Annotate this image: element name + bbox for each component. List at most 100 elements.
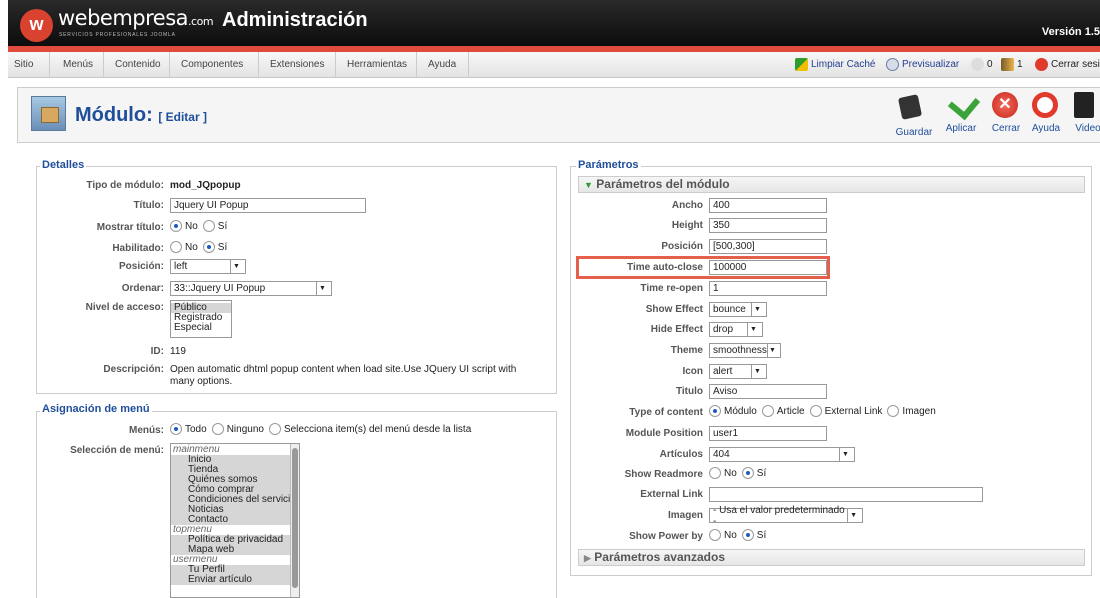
option-label: Sí [756, 467, 767, 479]
row-height: Height 350 [0, 218, 827, 233]
menu-separator [468, 52, 469, 78]
users-count[interactable]: 1 [1001, 58, 1023, 71]
titulo-label: Titulo [675, 386, 703, 397]
power-by-no[interactable]: No [709, 529, 737, 541]
show-effect-label: Show Effect [645, 304, 703, 315]
menu-extensiones[interactable]: Extensiones [270, 59, 324, 70]
page-subtitle: [ Editar ] [158, 110, 207, 124]
module-icon [31, 96, 66, 131]
imagen-value: - Usa el valor predeterminado - [713, 504, 845, 527]
titulo-input[interactable]: Aviso [709, 384, 827, 399]
parameters-legend: Parámetros [576, 159, 641, 171]
menu-list-item[interactable]: Enviar artículo [171, 575, 299, 585]
row-posicion: Posición [500,300] [0, 239, 827, 254]
show-effect-select[interactable]: bounce ▼ [709, 302, 767, 317]
menu-separator [49, 52, 50, 78]
readmore-yes[interactable]: Sí [741, 467, 767, 479]
imagen-select[interactable]: - Usa el valor predeterminado - ▼ [709, 505, 863, 527]
reopen-label: Time re-open [640, 283, 703, 294]
hide-effect-select[interactable]: drop ▼ [709, 322, 763, 337]
hide-effect-label: Hide Effect [650, 324, 703, 335]
content-type-module[interactable]: Módulo [709, 405, 757, 417]
video-icon [1074, 92, 1094, 118]
option-label: Módulo [724, 405, 757, 417]
chevron-down-icon: ▼ [839, 448, 851, 461]
menu-separator [416, 52, 417, 78]
messages-count[interactable]: 0 [971, 58, 993, 71]
menu-componentes[interactable]: Componentes [181, 59, 243, 70]
content-type-external-link[interactable]: External Link [809, 405, 883, 417]
menu-sitio[interactable]: Sitio [14, 59, 33, 70]
module-type-value: mod_JQpopup [170, 180, 241, 191]
video-button[interactable]: Video [1066, 92, 1100, 134]
logo-text[interactable]: webempresa.com [58, 6, 214, 30]
power-by-yes[interactable]: Sí [741, 529, 767, 541]
articulos-value: 404 [713, 449, 730, 460]
articulos-label: Artículos [659, 449, 703, 460]
page-title-text: Módulo: [75, 104, 153, 126]
row-power-by: Show Power by No Sí [0, 529, 771, 542]
chevron-down-icon: ▼ [766, 344, 777, 357]
apply-button[interactable]: Aplicar [939, 87, 983, 134]
option-label: Sí [756, 529, 767, 541]
row-reopen: Time re-open 1 [0, 281, 827, 296]
posicion-input[interactable]: [500,300] [709, 239, 827, 254]
video-label: Video [1075, 123, 1100, 134]
chevron-down-icon: ▼ [751, 303, 763, 316]
menu-herramientas[interactable]: Herramientas [347, 59, 407, 70]
module-position-input[interactable]: user1 [709, 426, 827, 441]
height-label: Height [671, 220, 703, 231]
menu-ayuda[interactable]: Ayuda [428, 59, 456, 70]
logo-subtitle: SERVICIOS PROFESIONALES JOOMLA [59, 32, 176, 38]
row-theme: Theme smoothness ▼ [0, 343, 781, 358]
option-label: External Link [824, 405, 883, 417]
autoclose-highlight [576, 256, 830, 279]
radio-icon [741, 467, 754, 479]
logo-icon[interactable]: w [20, 9, 53, 42]
logout-link[interactable]: Cerrar sesi [1035, 58, 1100, 71]
site-title: Administración [222, 9, 368, 31]
icon-value: alert [713, 366, 733, 377]
external-link-label: External Link [640, 489, 703, 500]
articulos-select[interactable]: 404 ▼ [709, 447, 855, 462]
content-type-article[interactable]: Article [761, 405, 805, 417]
close-label: Cerrar [991, 123, 1021, 134]
hide-effect-value: drop [713, 324, 734, 335]
expand-right-icon: ▶ [584, 553, 591, 563]
clear-cache-link[interactable]: Limpiar Caché [795, 58, 875, 71]
external-link-input[interactable] [709, 487, 983, 502]
close-button[interactable]: ✕ Cerrar [984, 92, 1028, 134]
ancho-input[interactable]: 400 [709, 198, 827, 213]
readmore-label: Show Readmore [624, 469, 703, 480]
readmore-no[interactable]: No [709, 467, 737, 479]
row-articulos: Artículos 404 ▼ [0, 447, 855, 462]
row-ancho: Ancho 400 [0, 198, 827, 213]
radio-icon [809, 405, 822, 417]
clear-cache-label: Limpiar Caché [811, 59, 876, 70]
users-count-label: 1 [1017, 59, 1023, 70]
content-type-image[interactable]: Imagen [887, 405, 936, 417]
icon-select[interactable]: alert ▼ [709, 364, 767, 379]
version-label: Versión 1.5 [1041, 26, 1100, 38]
option-label: Article [776, 405, 805, 417]
height-input[interactable]: 350 [709, 218, 827, 233]
save-button[interactable]: Guardar [892, 92, 936, 138]
apply-label: Aplicar [945, 123, 977, 134]
menu-separator [335, 52, 336, 78]
module-position-label: Module Position [625, 428, 703, 439]
theme-select[interactable]: smoothness ▼ [709, 343, 781, 358]
toolbar: Módulo: [ Editar ] Guardar Aplicar ✕ Cer… [17, 87, 1100, 143]
menu-menus[interactable]: Menús [63, 59, 93, 70]
content-type-label: Type of content [629, 407, 703, 418]
close-icon: ✕ [992, 92, 1018, 118]
module-params-header[interactable]: ▼ Parámetros del módulo [578, 176, 1085, 193]
advanced-params-title: Parámetros avanzados [594, 550, 725, 564]
logout-label: Cerrar sesi [1051, 59, 1100, 70]
help-button[interactable]: Ayuda [1024, 92, 1068, 134]
preview-link[interactable]: Previsualizar [886, 58, 959, 71]
menu-separator [103, 52, 104, 78]
reopen-input[interactable]: 1 [709, 281, 827, 296]
messages-count-label: 0 [987, 59, 993, 70]
menu-contenido[interactable]: Contenido [115, 59, 161, 70]
advanced-params-header[interactable]: ▶ Parámetros avanzados [578, 549, 1085, 566]
